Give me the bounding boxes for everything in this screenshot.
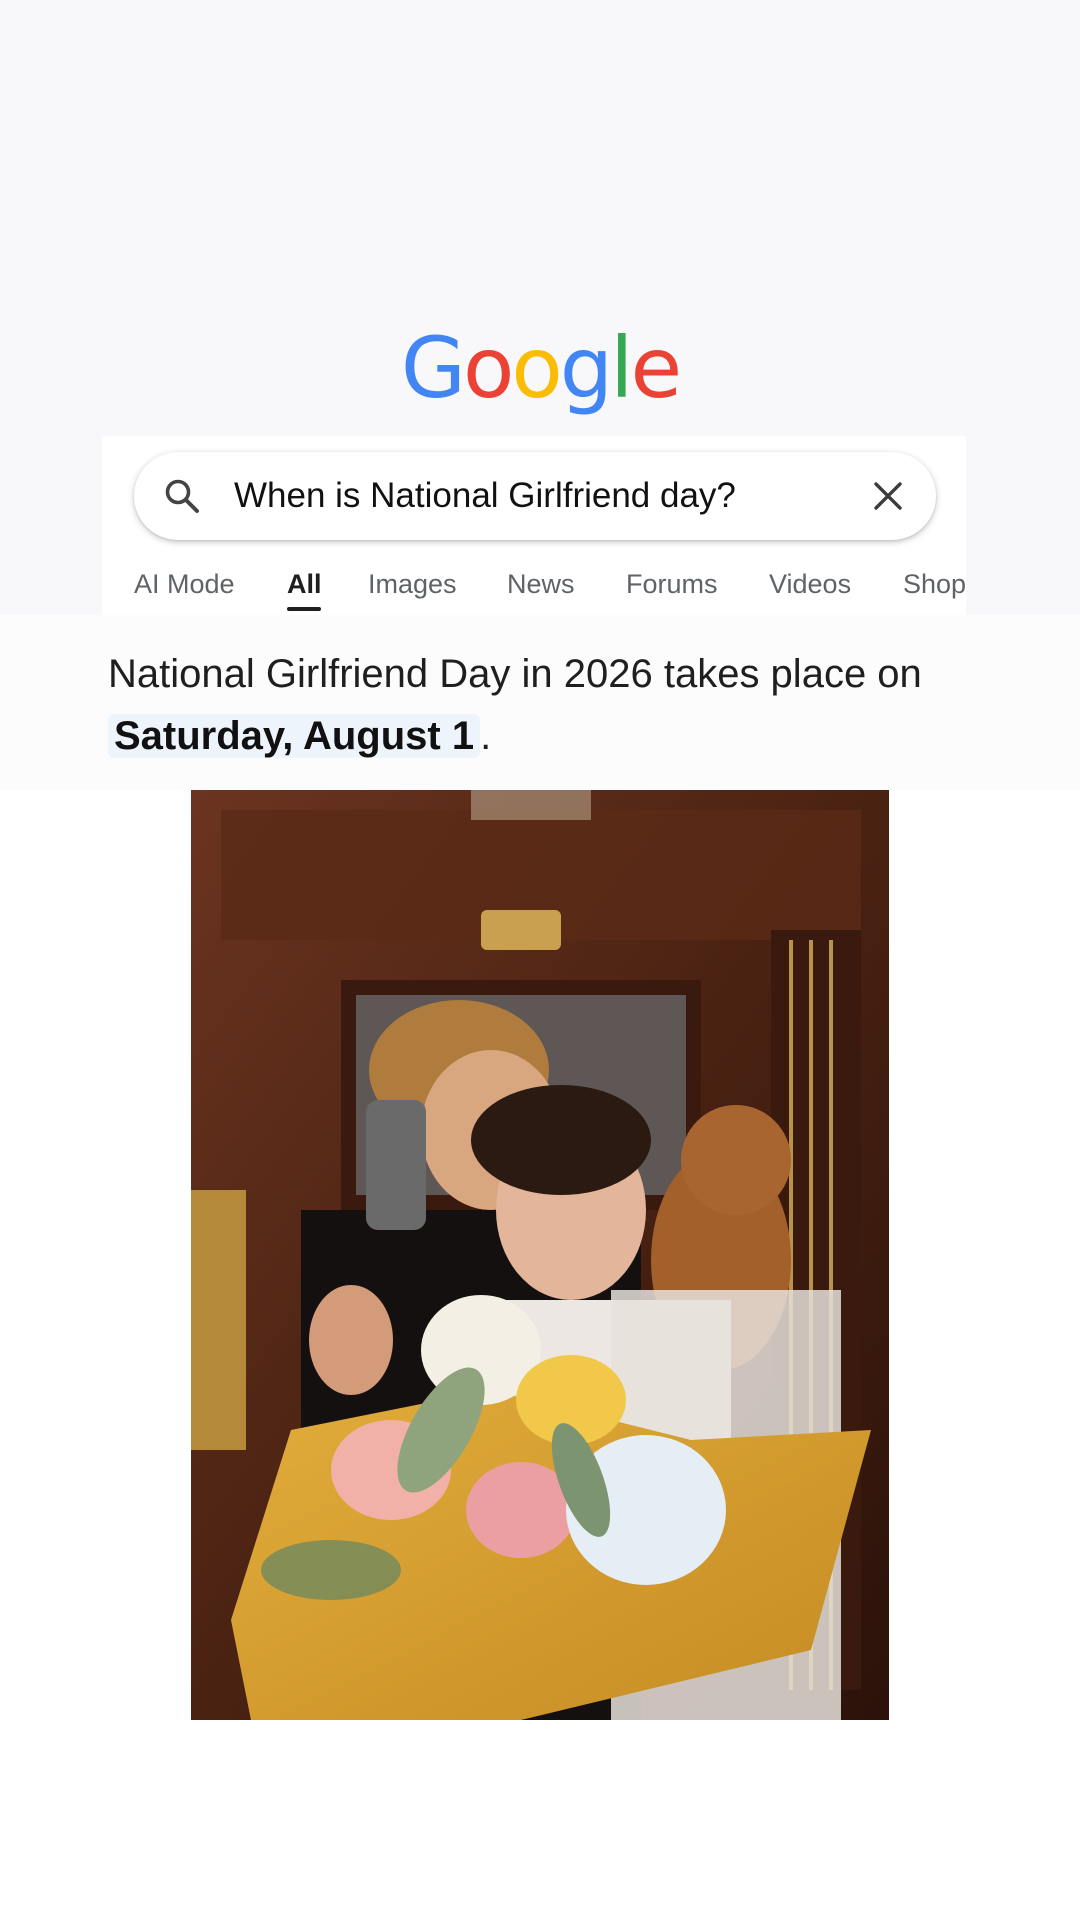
tab-news[interactable]: News (507, 562, 575, 606)
answer-suffix: . (480, 714, 492, 758)
tab-shop[interactable]: Shop (903, 562, 966, 606)
logo-letter: G (400, 319, 466, 417)
logo-letter: o (462, 319, 514, 417)
search-icon[interactable] (162, 476, 202, 516)
answer-text: National Girlfriend Day in 2026 takes pl… (108, 652, 922, 696)
google-logo[interactable]: Google (0, 318, 1080, 418)
logo-letter: g (559, 319, 613, 417)
result-image[interactable] (191, 790, 889, 1720)
search-input[interactable]: When is National Girlfriend day? (234, 470, 834, 522)
tab-videos[interactable]: Videos (769, 562, 851, 606)
couple-photo-illustration (191, 790, 889, 1720)
tab-images[interactable]: Images (368, 562, 457, 606)
answer-highlight: Saturday, August 1 (108, 714, 481, 758)
logo-letter: e (630, 319, 682, 417)
tab-all[interactable]: All (287, 562, 322, 606)
active-tab-indicator (287, 607, 321, 611)
logo-letter: l (610, 319, 633, 417)
close-icon[interactable] (870, 478, 906, 514)
tab-ai-mode[interactable]: AI Mode (134, 562, 235, 606)
answer-text-line2: Saturday, August 1. (108, 708, 491, 764)
tab-forums[interactable]: Forums (626, 562, 718, 606)
search-tabs: AI Mode All Images News Forums Videos Sh… (102, 562, 966, 614)
logo-letter: o (511, 319, 562, 417)
